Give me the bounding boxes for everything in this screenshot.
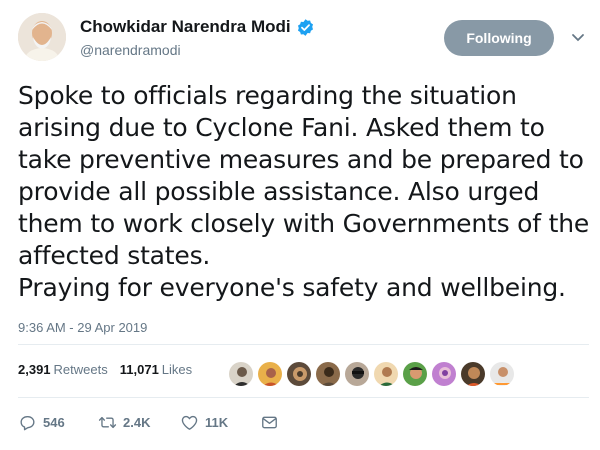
liker-avatar[interactable] [402,361,428,387]
liker-avatar[interactable] [344,361,370,387]
liker-avatar[interactable] [315,361,341,387]
divider [18,344,589,345]
likes-count: 11,071 [119,362,159,377]
liker-avatar[interactable] [373,361,399,387]
retweets-stat[interactable]: 2,391 Retweets [18,362,108,377]
like-button[interactable]: 11K [180,413,260,432]
liker-avatar[interactable] [257,361,283,387]
likes-stat[interactable]: 11,071 Likes [120,362,192,377]
timestamp[interactable]: 9:36 AM - 29 Apr 2019 [18,320,147,335]
likes-label: Likes [161,362,193,377]
action-bar: 546 2.4K 11K [18,413,279,432]
handle[interactable]: @narendramodi [80,42,181,58]
tweet-text-paragraph: Spoke to officials regarding the situati… [18,81,590,270]
retweets-count: 2,391 [18,362,51,377]
divider [18,397,589,398]
reply-button[interactable]: 546 [18,413,98,432]
tweet-text-paragraph: Praying for everyone's safety and wellbe… [18,273,566,302]
liker-avatars [228,361,515,387]
liker-avatar[interactable] [460,361,486,387]
display-name[interactable]: Chowkidar Narendra Modi [80,17,315,37]
reply-icon [20,416,35,431]
liker-avatar[interactable] [286,361,312,387]
tweet-card: Chowkidar Narendra Modi @narendramodi Fo… [0,0,600,450]
reply-count: 546 [43,415,65,430]
chevron-down-icon[interactable] [570,31,586,43]
display-name-text[interactable]: Chowkidar Narendra Modi [80,17,291,37]
following-button[interactable]: Following [444,20,554,56]
liker-avatar[interactable] [228,361,254,387]
retweet-icon [98,416,117,429]
envelope-icon [262,416,277,429]
engagement-stats: 2,391 Retweets 11,071 Likes [18,362,192,377]
avatar[interactable] [18,13,66,61]
retweet-count: 2.4K [123,415,151,430]
liker-avatar[interactable] [431,361,457,387]
like-count: 11K [205,415,229,430]
direct-message-button[interactable] [260,413,279,432]
heart-icon [181,415,198,430]
liker-avatar[interactable] [489,361,515,387]
verified-badge-icon [296,18,315,37]
retweet-button[interactable]: 2.4K [98,413,180,432]
retweets-label: Retweets [53,362,108,377]
tweet-text: Spoke to officials regarding the situati… [18,80,593,304]
